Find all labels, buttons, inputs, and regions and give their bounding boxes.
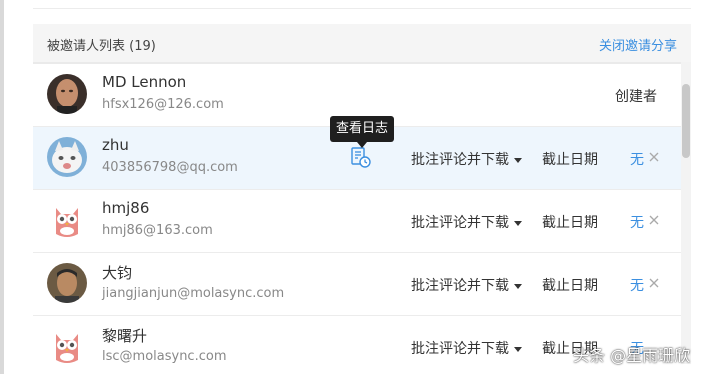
left-window-edge <box>0 0 4 374</box>
invitee-name: 大钧 <box>102 264 133 282</box>
chevron-down-icon <box>514 220 522 226</box>
photo-man-avatar <box>47 74 87 114</box>
invitee-email: lsc@molasync.com <box>102 349 227 364</box>
cat-avatar <box>47 137 87 177</box>
chevron-down-icon <box>514 346 522 352</box>
deadline-label: 截止日期 <box>542 278 598 294</box>
invitee-panel: 被邀请人列表 (19) 关闭邀请分享 MD Lennon hfsx126@126… <box>33 24 691 366</box>
invitee-name: hmj86 <box>102 199 150 217</box>
permission-dropdown[interactable]: 批注评论并下载 <box>411 275 522 295</box>
top-strip <box>33 0 691 9</box>
chevron-down-icon <box>514 157 522 163</box>
deadline-value[interactable]: 无 <box>630 275 644 295</box>
list-item: 大钧 jiangjianjun@molasync.com 批注评论并下载 截止日… <box>33 253 681 316</box>
remove-invitee-close-icon[interactable] <box>647 149 661 163</box>
permission-dropdown[interactable]: 批注评论并下载 <box>411 338 522 358</box>
photo-person-avatar <box>47 263 87 303</box>
permission-label: 批注评论并下载 <box>411 215 509 231</box>
view-log-tooltip: 查看日志 <box>330 116 394 148</box>
scrollbar-thumb[interactable] <box>682 84 690 158</box>
invitee-list: MD Lennon hfsx126@126.com 创建者 zhu 403856… <box>33 62 681 366</box>
deadline-label: 截止日期 <box>542 215 598 231</box>
watermark: 头条 @星雨珊欣 <box>573 346 691 365</box>
panel-title: 被邀请人列表 (19) <box>47 39 156 54</box>
chevron-down-icon <box>514 283 522 289</box>
close-share-link[interactable]: 关闭邀请分享 <box>599 35 677 54</box>
invitee-email: hmj86@163.com <box>102 223 213 238</box>
invitee-name: MD Lennon <box>102 73 187 91</box>
panel-header: 被邀请人列表 (19) 关闭邀请分享 <box>33 24 691 62</box>
invitee-name: 黎曙升 <box>102 327 148 345</box>
remove-invitee-close-icon[interactable] <box>647 275 661 289</box>
deadline-value[interactable]: 无 <box>630 212 644 232</box>
creator-label: 创建者 <box>615 89 657 105</box>
view-log-icon[interactable] <box>349 146 373 170</box>
owl-avatar <box>47 326 87 366</box>
deadline-value[interactable]: 无 <box>630 149 644 169</box>
invitee-email: jiangjianjun@molasync.com <box>102 286 285 301</box>
invitee-email: hfsx126@126.com <box>102 97 224 112</box>
deadline-label: 截止日期 <box>542 152 598 168</box>
permission-dropdown[interactable]: 批注评论并下载 <box>411 212 522 232</box>
permission-label: 批注评论并下载 <box>411 152 509 168</box>
permission-label: 批注评论并下载 <box>411 278 509 294</box>
remove-invitee-close-icon[interactable] <box>647 212 661 226</box>
permission-dropdown[interactable]: 批注评论并下载 <box>411 149 522 169</box>
owl-avatar <box>47 200 87 240</box>
invitee-name: zhu <box>102 136 129 154</box>
invitee-email: 403856798@qq.com <box>102 160 238 175</box>
list-item: hmj86 hmj86@163.com 批注评论并下载 截止日期 无 <box>33 190 681 253</box>
permission-label: 批注评论并下载 <box>411 341 509 357</box>
